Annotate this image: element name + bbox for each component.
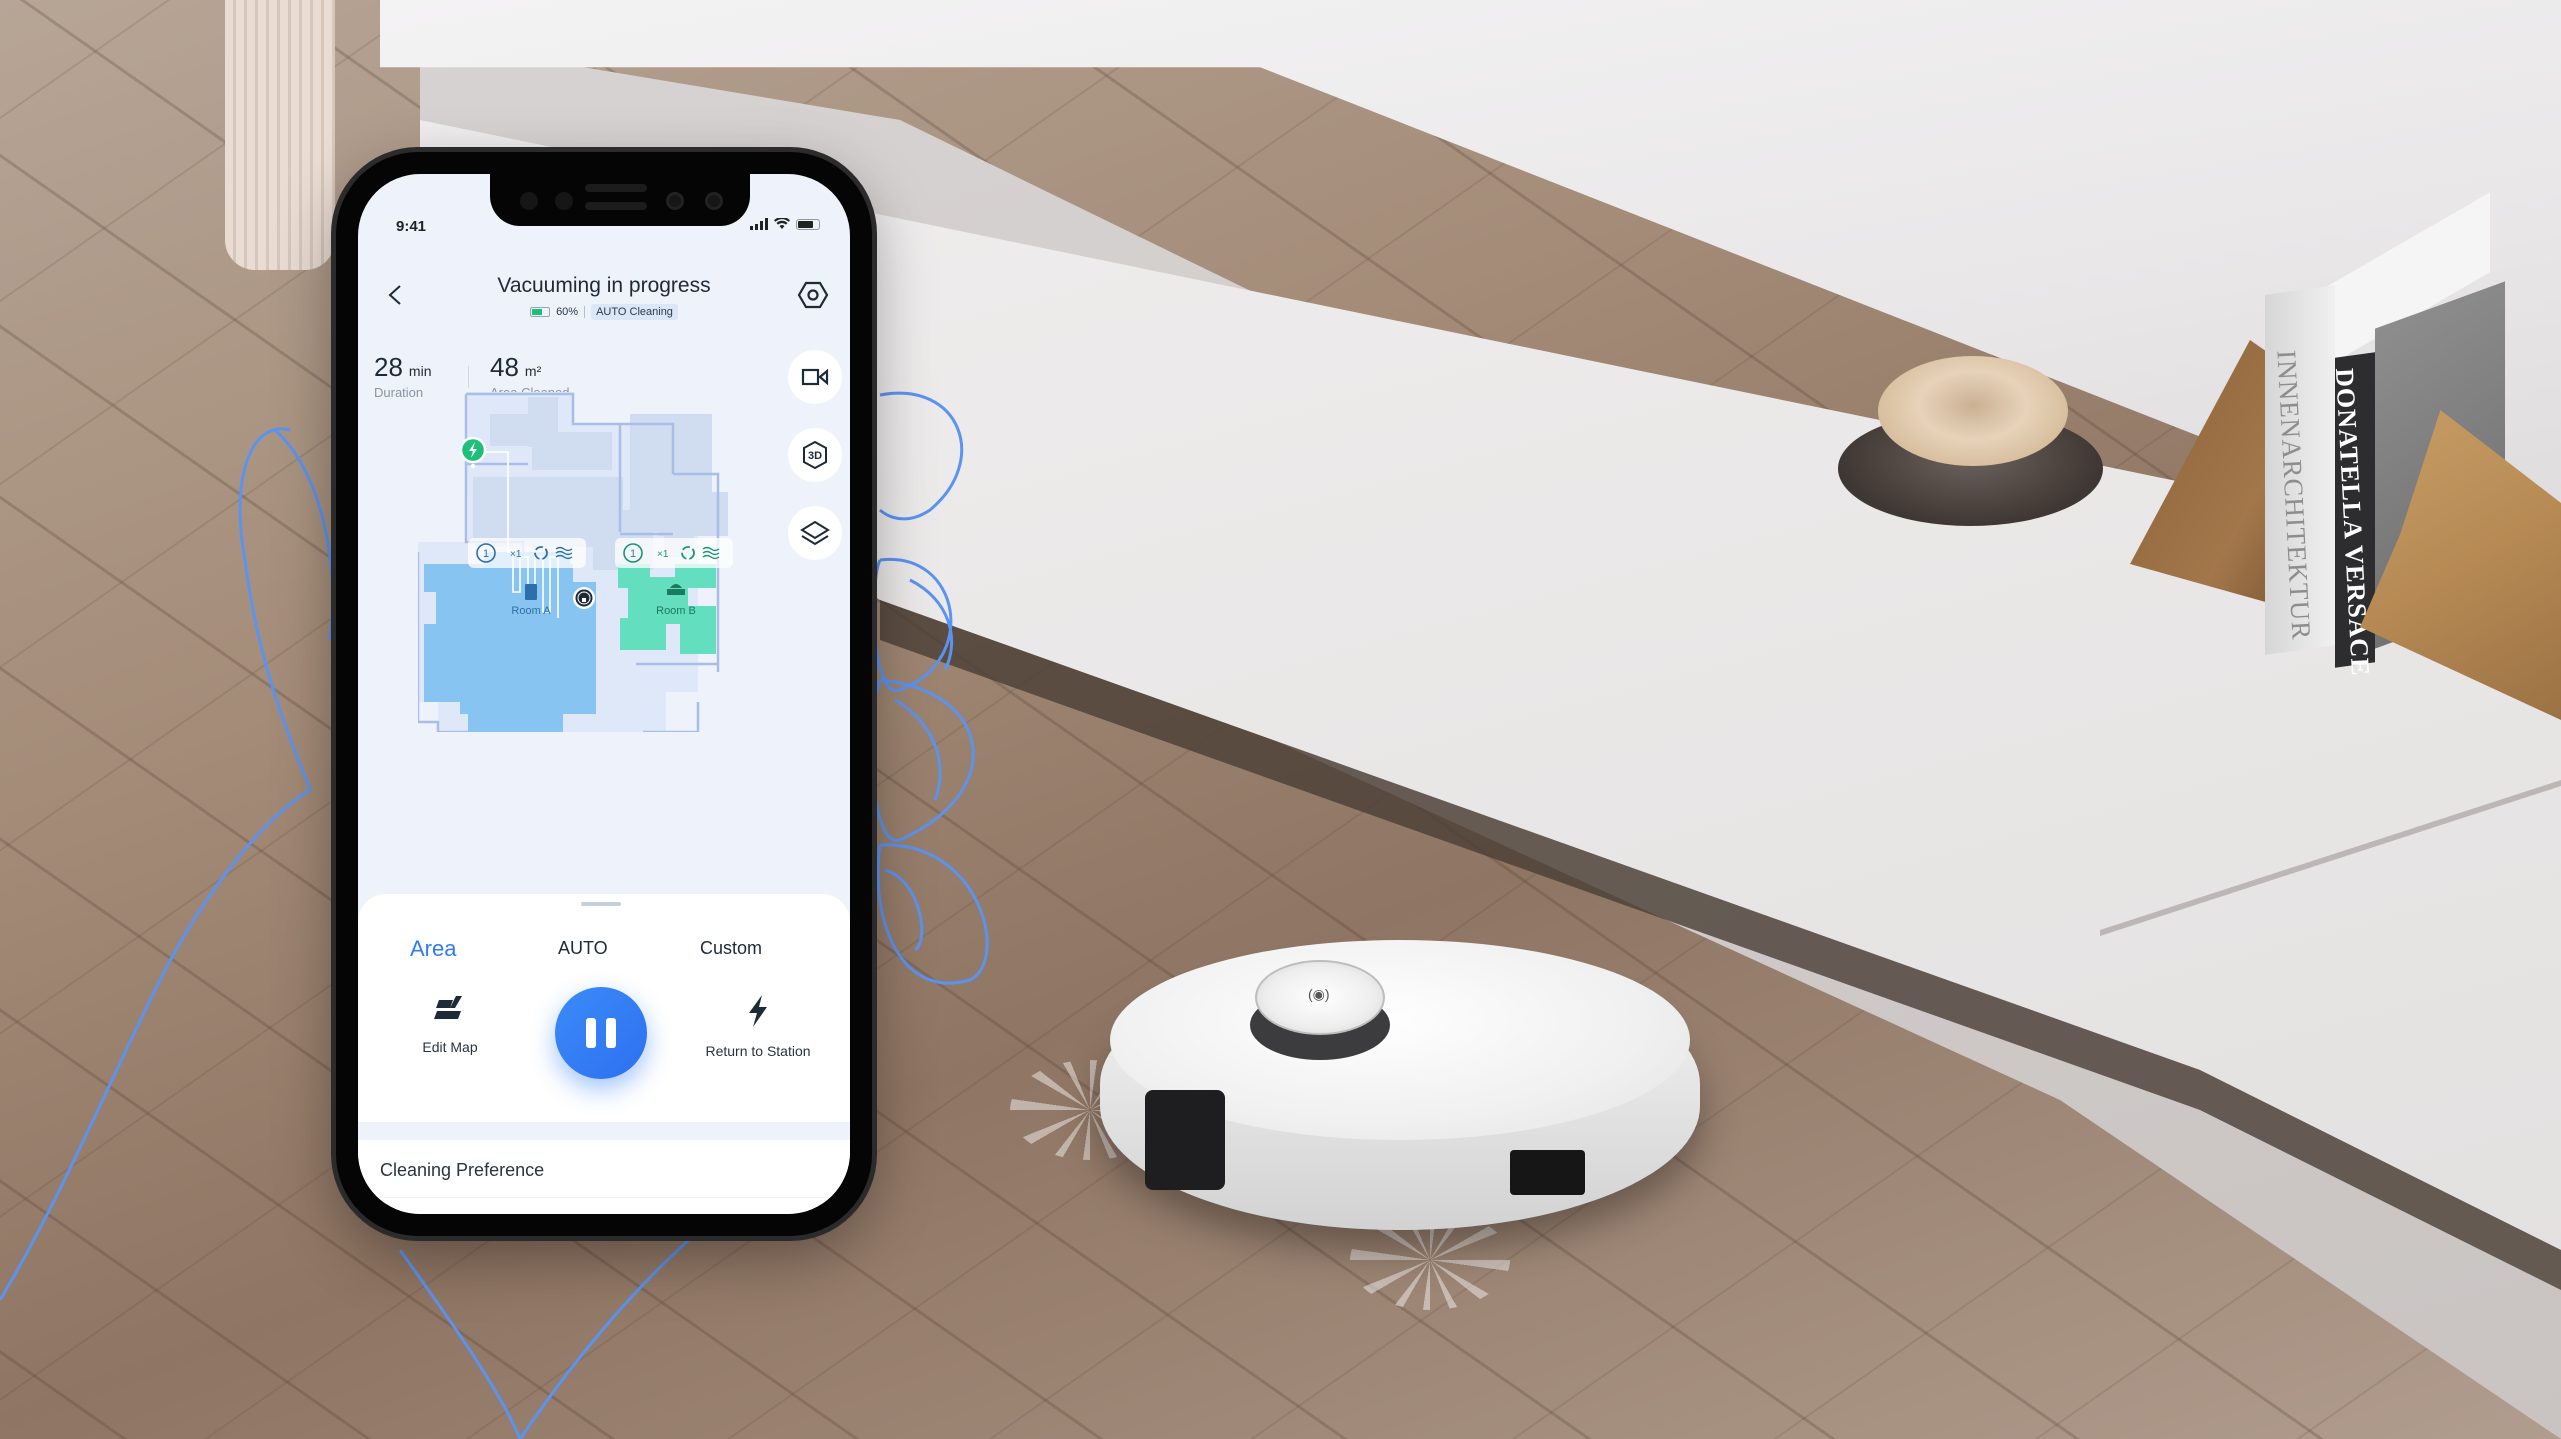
wooden-dish [1838,356,2103,526]
edit-map-icon [434,996,462,1019]
robot-vacuum: (◉) [1100,880,1720,1240]
duration-unit: min [408,363,432,379]
door-icon [525,584,537,600]
battery-percent: 60% [556,306,579,318]
duration-value: 28 [374,352,403,382]
area-unit: m² [524,363,542,379]
room-a-badge[interactable]: 1 ×1 [468,538,586,568]
signal-icon [750,218,768,230]
room-a-order: 1 [483,548,489,560]
settings-button[interactable] [796,278,830,312]
tab-custom[interactable]: Custom [700,938,762,959]
return-to-station-label: Return to Station [705,1043,811,1059]
tab-auto[interactable]: AUTO [558,938,608,959]
area-value: 48 [490,352,519,382]
status-icons [750,218,820,230]
cleaning-preference-row[interactable]: Cleaning Preference [358,1140,850,1198]
page-title: Vacuuming in progress [497,274,711,297]
room-b-label: Room B [656,605,696,617]
wifi-icon [774,218,790,229]
stat-divider [468,366,469,388]
room-a-passes: ×1 [510,549,522,560]
video-button[interactable] [788,350,842,404]
robot-lidar: (◉) [1250,960,1390,1060]
3d-map-icon: 3D [803,440,827,470]
robot-position-icon [573,587,595,609]
3d-map-button[interactable]: 3D [788,428,842,482]
status-subtitle: 60% AUTO Cleaning [358,304,850,320]
robot-sensor [1510,1150,1585,1195]
cleaning-map[interactable]: 1 ×1 1 ×1 Room A Room B [418,392,738,732]
section-divider [358,1122,850,1140]
vase [225,0,335,270]
smartphone: 9:41 Vacuuming in progress 60% AUTO Clea… [336,152,872,1236]
room-b-passes: ×1 [657,549,669,560]
layers-button[interactable] [788,506,842,560]
layers-icon [800,520,830,546]
lightning-icon [749,995,767,1027]
divider [584,306,586,318]
battery-icon [796,218,820,230]
video-camera-icon [801,368,829,386]
room-a-label: Room A [511,605,551,617]
robot-camera [1145,1090,1225,1190]
app-screen: 9:41 Vacuuming in progress 60% AUTO Clea… [358,174,850,1214]
edit-map-button[interactable]: Edit Map [380,994,520,1055]
tab-area[interactable]: Area [410,936,456,962]
cleaning-preference-label: Cleaning Preference [380,1160,545,1180]
phone-notch [490,174,750,226]
return-to-station-button[interactable]: Return to Station [688,994,828,1059]
edit-map-label: Edit Map [422,1039,478,1055]
status-time: 9:41 [396,218,427,235]
pause-icon [586,1018,596,1048]
robot-battery-icon [530,307,551,317]
sheet-drag-handle[interactable] [581,902,621,906]
room-b-badge[interactable]: 1 ×1 [615,538,733,568]
pause-icon [606,1018,616,1048]
room-b-order: 1 [630,548,636,560]
pause-button[interactable] [555,987,647,1079]
control-sheet: Area AUTO Custom Edit Map Return to Stat… [358,894,850,1214]
mode-tag: AUTO Cleaning [591,304,678,320]
svg-text:3D: 3D [808,450,822,462]
